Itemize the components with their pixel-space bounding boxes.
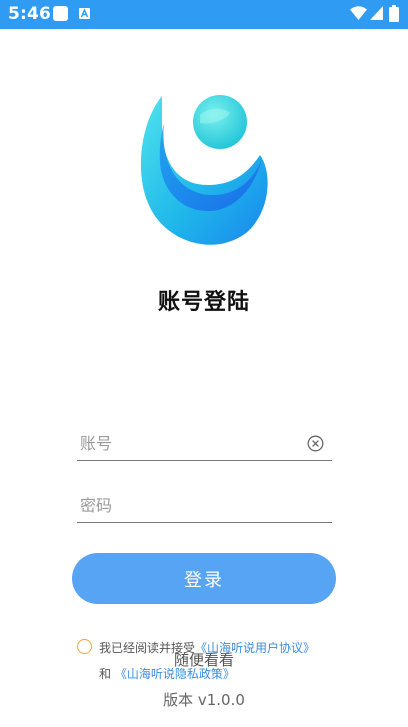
page-title: 账号登陆 bbox=[157, 290, 250, 315]
account-input[interactable] bbox=[80, 428, 300, 458]
a-icon bbox=[79, 8, 90, 19]
version-label: 版本 v1.0.0 bbox=[163, 691, 245, 709]
login-button[interactable]: 登录 bbox=[72, 553, 336, 604]
status-bar: 5:46 bbox=[0, 0, 408, 29]
notification-icon bbox=[53, 6, 68, 21]
clear-circle-x-icon[interactable] bbox=[307, 435, 324, 452]
battery-icon bbox=[389, 5, 399, 22]
password-input[interactable] bbox=[80, 490, 300, 520]
wifi-icon bbox=[350, 6, 367, 20]
browse-link[interactable]: 随便看看 bbox=[0, 649, 408, 670]
status-time: 5:46 bbox=[8, 4, 52, 24]
signal-icon bbox=[370, 6, 383, 20]
app-logo-icon bbox=[140, 95, 268, 245]
password-field bbox=[77, 490, 332, 523]
account-field bbox=[77, 428, 332, 461]
